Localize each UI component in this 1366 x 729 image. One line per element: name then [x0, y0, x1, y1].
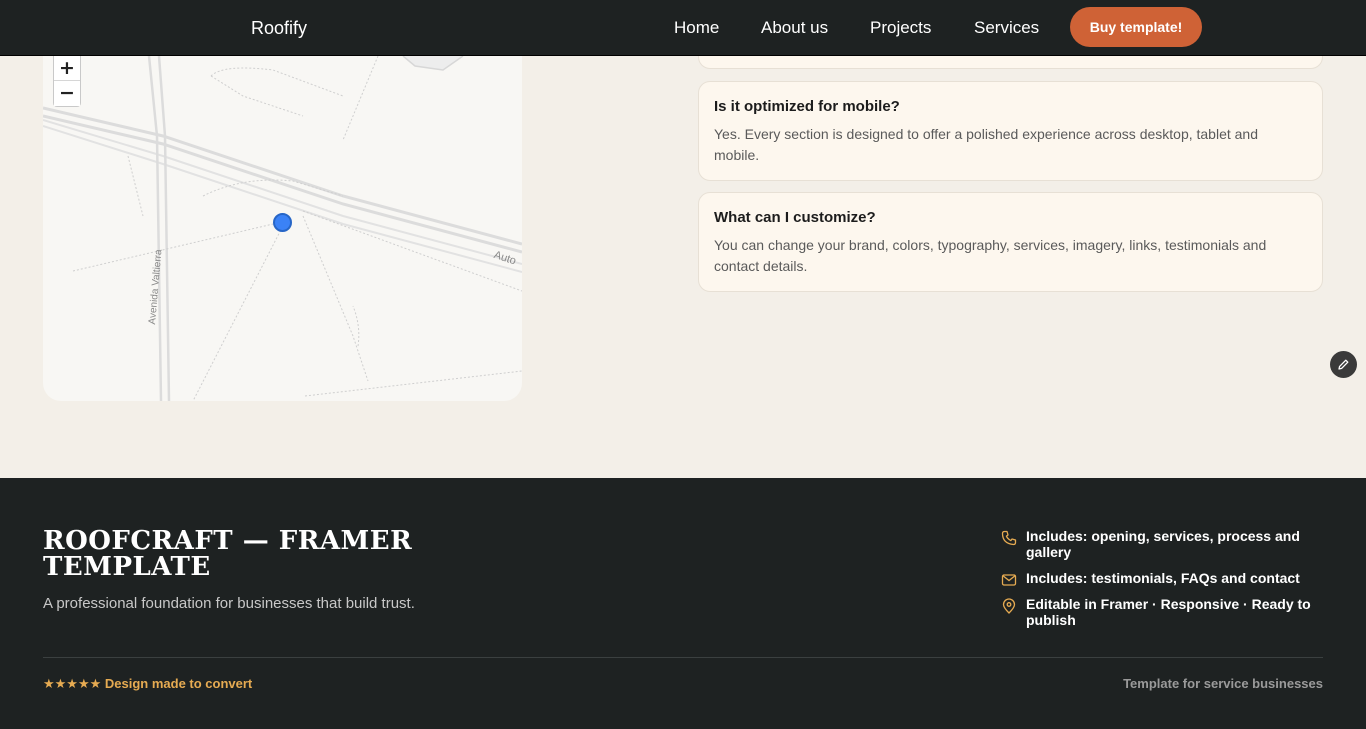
phone-icon [1001, 530, 1017, 546]
zoom-in-button[interactable]: + [54, 56, 80, 81]
top-navbar: Roofify Home About us Projects Services … [0, 0, 1366, 56]
faq-question: What can I customize? [714, 209, 876, 226]
location-map[interactable]: + − Avenida Valtierra Auto [43, 56, 522, 401]
location-pin-icon [1002, 598, 1016, 614]
faq-question: Is it optimized for mobile? [714, 98, 900, 115]
footer-item: Editable in Framer · Responsive · Ready … [1001, 596, 1311, 628]
edit-floating-button[interactable] [1330, 351, 1357, 378]
map-zoom-control: + − [53, 56, 81, 107]
footer-item-text: Editable in Framer · Responsive · Ready … [1026, 596, 1311, 628]
faq-answer: You can change your brand, colors, typog… [714, 237, 1267, 274]
nav-link-services[interactable]: Services [974, 18, 1039, 38]
nav-link-projects[interactable]: Projects [870, 18, 931, 38]
footer-item: Includes: opening, services, process and… [1001, 528, 1311, 560]
footer-right-text: Template for service businesses [1123, 676, 1323, 691]
footer-item-text: Includes: testimonials, FAQs and contact [1026, 570, 1300, 586]
zoom-out-button[interactable]: − [54, 81, 80, 106]
site-footer: ROOFCRAFT — FRAMER TEMPLATE A profession… [0, 478, 1366, 729]
mail-icon [1001, 574, 1017, 586]
brand-logo[interactable]: Roofify [251, 17, 307, 39]
nav-link-about[interactable]: About us [761, 18, 828, 38]
nav-link-home[interactable]: Home [674, 18, 719, 38]
buy-template-button[interactable]: Buy template! [1070, 7, 1202, 47]
footer-feature-list: Includes: opening, services, process and… [1001, 528, 1311, 638]
pencil-icon [1338, 359, 1349, 370]
map-location-marker[interactable] [273, 213, 292, 232]
footer-rating: ★★★★★ Design made to convert [43, 676, 253, 691]
footer-item-text: Includes: opening, services, process and… [1026, 528, 1300, 560]
faq-answer: Yes. Every section is designed to offer … [714, 126, 1259, 163]
faq-card-customize[interactable]: What can I customize? You can change you… [698, 192, 1323, 292]
footer-title: ROOFCRAFT — FRAMER TEMPLATE [43, 526, 413, 582]
footer-divider [43, 657, 1323, 658]
faq-card-mobile[interactable]: Is it optimized for mobile? Yes. Every s… [698, 81, 1323, 181]
footer-tagline: A professional foundation for businesses… [43, 595, 415, 612]
page: Roofify Home About us Projects Services … [0, 0, 1366, 729]
footer-item: Includes: testimonials, FAQs and contact [1001, 570, 1311, 586]
